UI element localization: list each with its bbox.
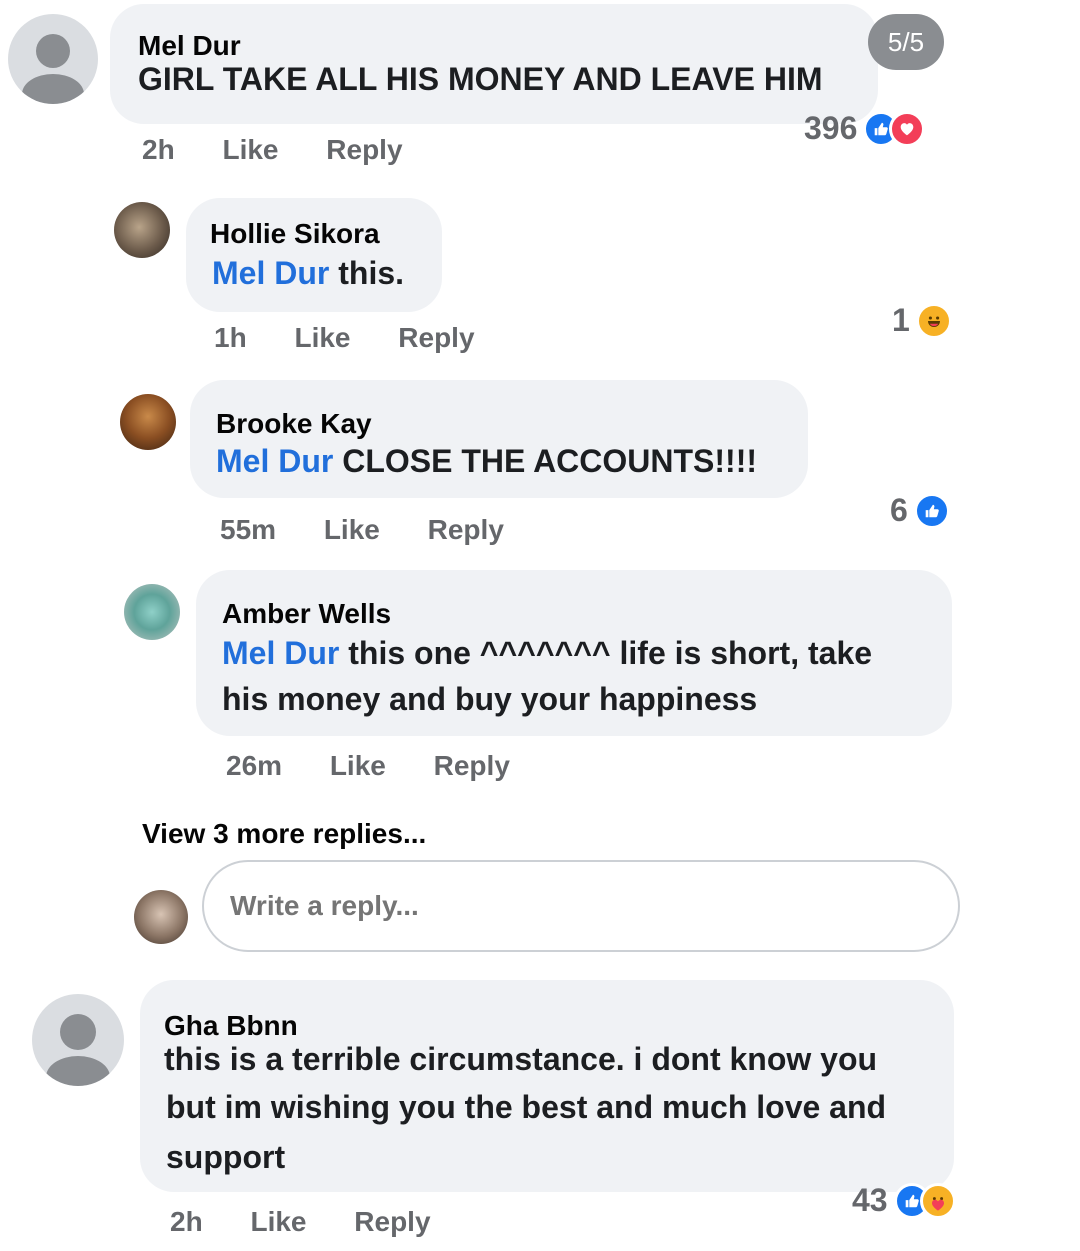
comment-text: but im wishing you the best and much lov… [166,1089,887,1125]
comment-text: GIRL TAKE ALL HIS MONEY AND LEAVE HIM [138,61,823,97]
reply-field-container[interactable] [202,860,960,952]
like-button[interactable]: Like [330,750,386,781]
avatar[interactable] [124,584,180,640]
reaction-summary[interactable]: 43 [852,1182,956,1219]
like-button[interactable]: Like [324,514,380,545]
reaction-count: 6 [890,492,908,528]
avatar[interactable] [120,394,176,450]
comment-actions: 1h Like Reply [214,322,515,354]
reply-button[interactable]: Reply [326,134,402,165]
reply-button[interactable]: Reply [398,322,474,353]
avatar[interactable] [114,202,170,258]
reaction-summary[interactable]: 6 [890,492,950,529]
comment-text: Mel Dur this one ^^^^^^^ life is short, … [222,635,873,671]
mention-link[interactable]: Mel Dur [222,635,339,671]
comment-actions: 55m Like Reply [220,514,544,546]
comment-text: Mel Dur CLOSE THE ACCOUNTS!!!! [216,443,758,479]
pagination-badge: 5/5 [868,14,944,70]
comment-time[interactable]: 2h [170,1206,203,1237]
reaction-count: 1 [892,302,910,338]
comment-actions: 26m Like Reply [226,750,550,782]
comment-actions: 2h Like Reply [170,1206,471,1238]
comment-time[interactable]: 1h [214,322,247,353]
comment-time[interactable]: 55m [220,514,276,545]
like-button[interactable]: Like [294,322,350,353]
comment-text: support [166,1139,286,1175]
comment-author[interactable]: Hollie Sikora [210,218,380,250]
mention-link[interactable]: Mel Dur [212,255,329,291]
comment-time[interactable]: 26m [226,750,282,781]
reply-input[interactable] [230,890,958,922]
care-icon [919,1182,956,1219]
love-icon [889,110,926,147]
comment-author[interactable]: Amber Wells [222,598,391,630]
comment-text: this is a terrible circumstance. i dont … [164,1041,878,1077]
reaction-count: 396 [804,110,858,146]
comment-text: his money and buy your happiness [222,681,758,717]
reply-button[interactable]: Reply [434,750,510,781]
comment-time[interactable]: 2h [142,134,175,165]
reply-button[interactable]: Reply [354,1206,430,1237]
reaction-summary[interactable]: 396 [804,110,926,147]
mention-link[interactable]: Mel Dur [216,443,333,479]
like-button[interactable]: Like [250,1206,306,1237]
reaction-summary[interactable]: 1 [892,302,952,339]
avatar[interactable] [8,14,98,104]
view-more-replies-link[interactable]: View 3 more replies... [142,818,426,850]
comment-actions: 2h Like Reply [142,134,443,166]
current-user-avatar [134,890,188,944]
like-button[interactable]: Like [222,134,278,165]
haha-icon [915,302,952,339]
comment-text: Mel Dur this. [212,255,405,291]
avatar[interactable] [32,994,124,1086]
reaction-count: 43 [852,1182,888,1218]
comment-author[interactable]: Brooke Kay [216,408,372,440]
reply-button[interactable]: Reply [428,514,504,545]
like-icon [913,492,950,529]
